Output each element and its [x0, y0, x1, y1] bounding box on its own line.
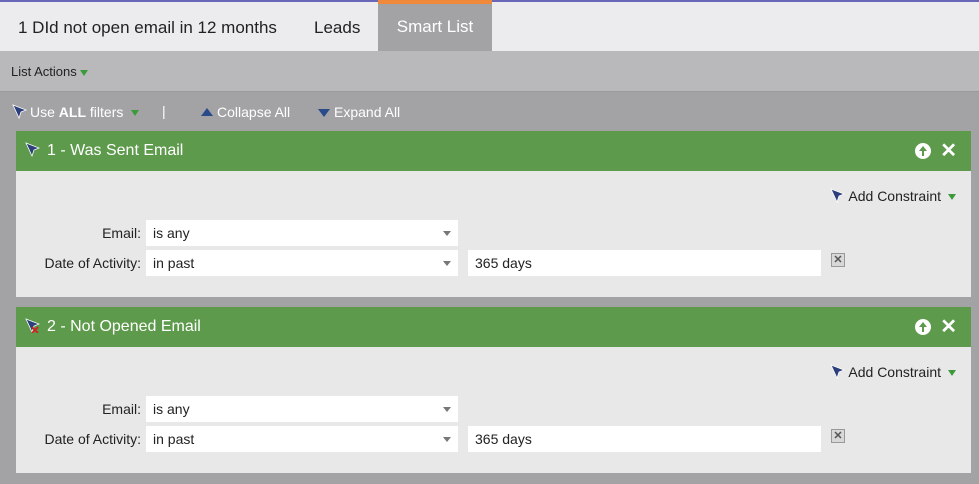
- dropdown-arrow-icon: [131, 110, 140, 117]
- email-select-value: is any: [153, 225, 190, 241]
- date-operator-value: in past: [153, 431, 195, 447]
- use-filters-menu[interactable]: Use ALL filters: [12, 104, 140, 120]
- filter-header[interactable]: 1 - Was Sent Email ✕: [16, 131, 971, 171]
- funnel-icon: [830, 188, 846, 203]
- add-constraint-button[interactable]: Add Constraint: [830, 188, 956, 204]
- expand-all-label: Expand All: [334, 104, 401, 120]
- constraint-row-email: Email: is any: [16, 396, 971, 422]
- chevron-down-icon: [443, 437, 451, 442]
- funnel-icon: [830, 364, 846, 379]
- add-constraint-label: Add Constraint: [848, 364, 941, 380]
- date-operator-select[interactable]: in past: [146, 250, 458, 276]
- date-of-activity-label: Date of Activity:: [44, 431, 141, 447]
- email-label: Email:: [102, 401, 141, 417]
- email-select-value: is any: [153, 401, 190, 417]
- close-icon[interactable]: ✕: [940, 141, 957, 161]
- date-value-input[interactable]: [468, 426, 821, 452]
- dropdown-arrow-icon: [948, 194, 956, 201]
- date-operator-value: in past: [153, 255, 195, 271]
- list-actions-menu[interactable]: List Actions: [11, 64, 88, 79]
- add-constraint-label: Add Constraint: [848, 188, 941, 204]
- date-operator-select[interactable]: in past: [146, 426, 458, 452]
- collapse-icon: [201, 108, 213, 116]
- tab-smart-list[interactable]: Smart List: [378, 0, 492, 53]
- email-select[interactable]: is any: [146, 396, 458, 422]
- expand-all-button[interactable]: Expand All: [318, 104, 400, 120]
- use-prefix: Use: [30, 104, 59, 120]
- filter-title: 1 - Was Sent Email: [47, 142, 184, 159]
- filter-body: Add Constraint Email: is any Date of Act…: [16, 347, 971, 473]
- add-constraint-button[interactable]: Add Constraint: [830, 364, 956, 380]
- remove-constraint-icon[interactable]: ✕: [831, 253, 845, 267]
- email-select[interactable]: is any: [146, 220, 458, 246]
- toolbar-separator: |: [162, 103, 166, 119]
- constraint-row-date: Date of Activity: in past ✕: [16, 426, 971, 452]
- chevron-down-icon: [443, 407, 451, 412]
- collapse-all-label: Collapse All: [217, 104, 291, 120]
- filter-toolbar: Use ALL filters | Collapse All Expand Al…: [0, 92, 979, 130]
- filter-title: 2 - Not Opened Email: [47, 318, 201, 335]
- tab-list-name[interactable]: 1 DId not open email in 12 months: [0, 2, 295, 51]
- filter-card: 1 - Was Sent Email ✕ Add Constraint Emai…: [16, 131, 971, 297]
- filter-body: Add Constraint Email: is any Date of Act…: [16, 171, 971, 297]
- collapse-all-button[interactable]: Collapse All: [201, 104, 290, 120]
- dropdown-arrow-icon: [79, 69, 88, 76]
- close-icon[interactable]: ✕: [940, 317, 957, 337]
- chevron-down-icon: [443, 261, 451, 266]
- date-of-activity-label: Date of Activity:: [44, 255, 141, 271]
- move-up-icon[interactable]: [915, 319, 932, 335]
- use-all-label: ALL: [58, 104, 87, 120]
- dropdown-arrow-icon: [948, 370, 956, 377]
- remove-constraint-icon[interactable]: ✕: [831, 429, 845, 443]
- list-actions-label: List Actions: [11, 64, 77, 79]
- filter-header[interactable]: 2 - Not Opened Email ✕: [16, 307, 971, 347]
- funnel-icon: [12, 104, 27, 119]
- tab-leads[interactable]: Leads: [296, 2, 378, 51]
- constraint-row-date: Date of Activity: in past ✕: [16, 250, 971, 276]
- expand-icon: [318, 109, 330, 117]
- chevron-down-icon: [443, 231, 451, 236]
- tab-bar: 1 DId not open email in 12 months Leads …: [0, 0, 979, 53]
- funnel-icon: [25, 142, 40, 157]
- email-label: Email:: [102, 225, 141, 241]
- filter-card: 2 - Not Opened Email ✕ Add Constraint Em…: [16, 307, 971, 473]
- funnel-negated-icon: [25, 318, 40, 333]
- constraint-row-email: Email: is any: [16, 220, 971, 246]
- date-value-input[interactable]: [468, 250, 821, 276]
- use-suffix: filters: [86, 104, 124, 120]
- move-up-icon[interactable]: [915, 143, 932, 159]
- list-actions-bar: List Actions: [0, 51, 979, 92]
